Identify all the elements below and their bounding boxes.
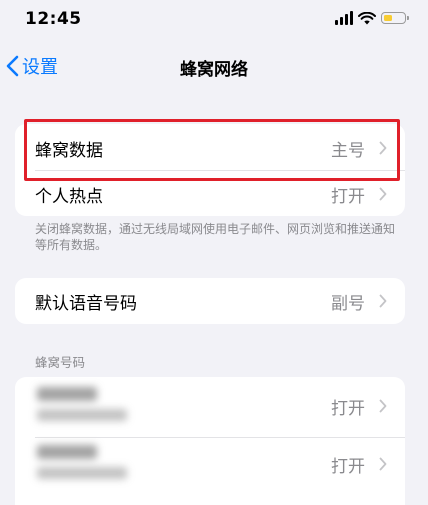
section-header: 蜂窝号码 bbox=[35, 355, 86, 370]
row-value: 打开 bbox=[331, 398, 365, 419]
row-line-1[interactable]: 打开 bbox=[15, 383, 405, 429]
row-default-voice-line[interactable]: 默认语音号码 副号 bbox=[15, 279, 405, 323]
chevron-right-icon bbox=[379, 457, 387, 471]
status-bar: 12:45 bbox=[0, 0, 428, 40]
row-line-2[interactable]: 打开 bbox=[15, 441, 405, 487]
row-value: 副号 bbox=[331, 293, 365, 314]
highlight-annotation bbox=[24, 119, 400, 181]
footer-note: 关闭蜂窝数据，通过无线局域网使用电子邮件、网页浏览和推送通知等所有数据。 bbox=[35, 222, 396, 252]
blurred-line-name bbox=[37, 445, 127, 479]
row-value: 打开 bbox=[331, 456, 365, 477]
blurred-line-name bbox=[37, 387, 127, 421]
chevron-right-icon bbox=[379, 294, 387, 308]
separator bbox=[35, 437, 405, 438]
voice-settings-group: 默认语音号码 副号 bbox=[15, 278, 405, 324]
chevron-right-icon bbox=[379, 399, 387, 413]
signal-icon bbox=[335, 11, 353, 25]
cellular-lines-group: 打开 打开 bbox=[15, 377, 405, 505]
status-time: 12:45 bbox=[25, 9, 82, 29]
status-icons bbox=[335, 11, 409, 25]
row-label: 个人热点 bbox=[35, 186, 103, 207]
wifi-icon bbox=[358, 11, 376, 24]
page-title: 蜂窝网络 bbox=[180, 60, 248, 80]
row-value: 打开 bbox=[331, 186, 365, 207]
chevron-right-icon bbox=[379, 187, 387, 201]
row-label: 默认语音号码 bbox=[35, 293, 137, 314]
battery-icon bbox=[381, 12, 409, 24]
